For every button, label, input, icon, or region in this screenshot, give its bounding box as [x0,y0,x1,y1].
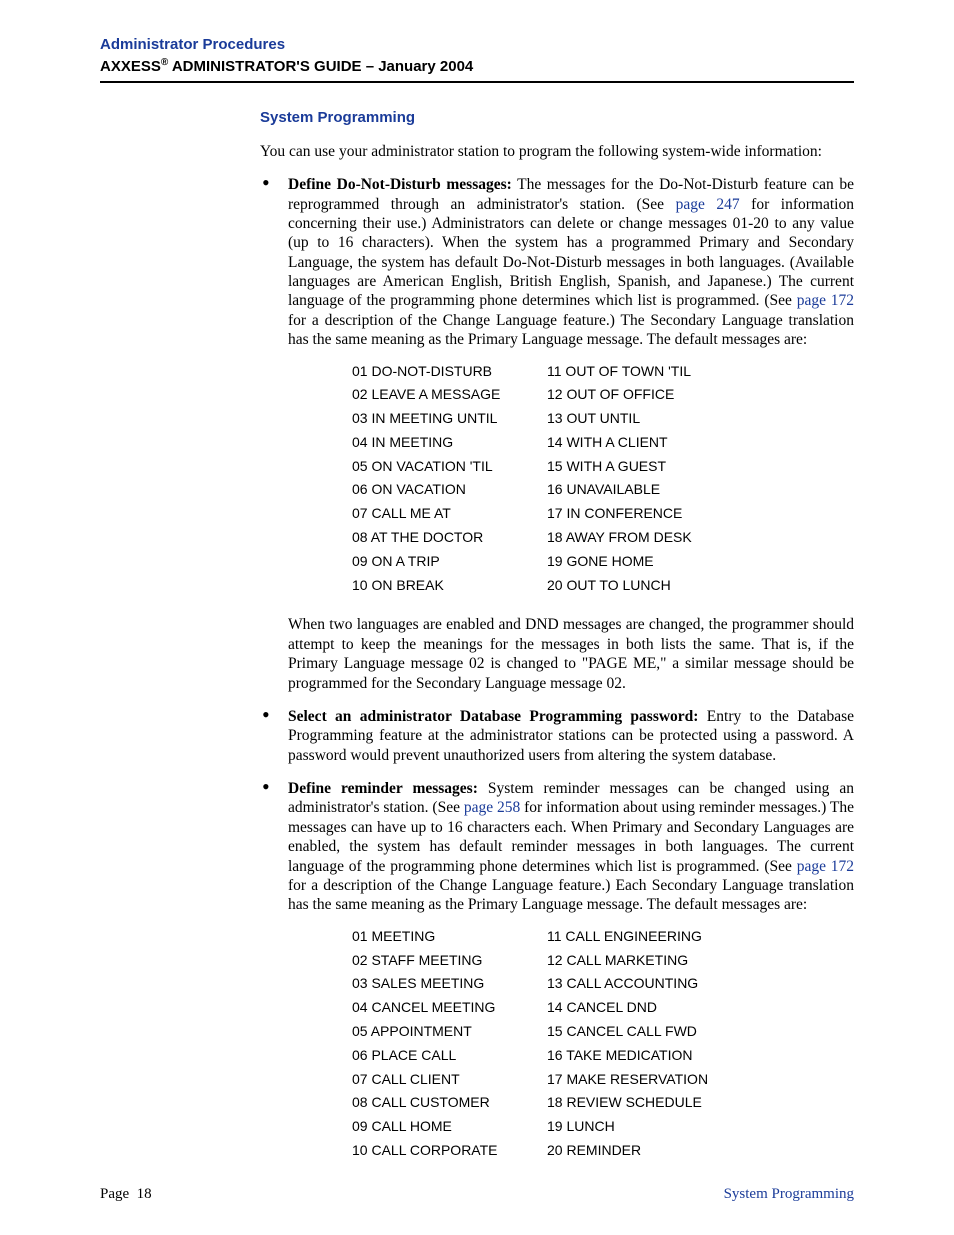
table-row: 01 DO-NOT-DISTURB11 OUT OF TOWN 'TIL [352,360,854,384]
table-row: 07 CALL CLIENT17 MAKE RESERVATION [352,1068,854,1092]
table-row: 08 AT THE DOCTOR18 AWAY FROM DESK [352,526,854,550]
table-row: 10 CALL CORPORATE20 REMINDER [352,1139,854,1163]
table-row: 09 CALL HOME19 LUNCH [352,1115,854,1139]
bullet-lead: Select an administrator Database Program… [288,708,698,725]
cell: 13 OUT UNTIL [547,407,742,431]
page-footer: Page 18 System Programming [100,1186,854,1203]
table-row: 07 CALL ME AT17 IN CONFERENCE [352,502,854,526]
table-row: 06 ON VACATION16 UNAVAILABLE [352,478,854,502]
body-text: for a description of the Change Language… [288,877,854,913]
table-row: 02 LEAVE A MESSAGE12 OUT OF OFFICE [352,383,854,407]
cell: 11 CALL ENGINEERING [547,925,742,949]
cell: 04 CANCEL MEETING [352,996,547,1020]
table-row: 05 ON VACATION 'TIL15 WITH A GUEST [352,455,854,479]
table-row: 03 IN MEETING UNTIL13 OUT UNTIL [352,407,854,431]
bullet-dnd-messages: Define Do-Not-Disturb messages: The mess… [260,175,854,693]
table-row: 10 ON BREAK20 OUT TO LUNCH [352,574,854,598]
cell: 01 DO-NOT-DISTURB [352,360,547,384]
cell: 16 UNAVAILABLE [547,478,742,502]
cell: 07 CALL CLIENT [352,1068,547,1092]
page-link-247[interactable]: page 247 [676,196,740,213]
cell: 10 CALL CORPORATE [352,1139,547,1163]
table-row: 06 PLACE CALL16 TAKE MEDICATION [352,1044,854,1068]
page-num-value: 18 [137,1186,152,1202]
intro-paragraph: You can use your administrator station t… [260,142,854,161]
cell: 17 IN CONFERENCE [547,502,742,526]
cell: 02 LEAVE A MESSAGE [352,383,547,407]
cell: 08 CALL CUSTOMER [352,1091,547,1115]
cell: 18 AWAY FROM DESK [547,526,742,550]
page-number: Page 18 [100,1186,152,1203]
cell: 15 CANCEL CALL FWD [547,1020,742,1044]
cell: 11 OUT OF TOWN 'TIL [547,360,742,384]
cell: 10 ON BREAK [352,574,547,598]
footer-section-link[interactable]: System Programming [724,1186,854,1203]
cell: 12 CALL MARKETING [547,949,742,973]
page-link-172[interactable]: page 172 [797,858,854,875]
cell: 14 WITH A CLIENT [547,431,742,455]
cell: 04 IN MEETING [352,431,547,455]
cell: 03 IN MEETING UNTIL [352,407,547,431]
bullet-lead: Define reminder messages: [288,780,478,797]
table-row: 02 STAFF MEETING12 CALL MARKETING [352,949,854,973]
bullet-db-password: Select an administrator Database Program… [260,707,854,765]
cell: 05 ON VACATION 'TIL [352,455,547,479]
reminder-messages-table: 01 MEETING11 CALL ENGINEERING 02 STAFF M… [352,925,854,1163]
page-link-172[interactable]: page 172 [797,292,854,309]
cell: 03 SALES MEETING [352,972,547,996]
cell: 16 TAKE MEDICATION [547,1044,742,1068]
page-link-258[interactable]: page 258 [464,799,520,816]
cell: 20 REMINDER [547,1139,742,1163]
cell: 01 MEETING [352,925,547,949]
header-doc-title: AXXESS® ADMINISTRATOR'S GUIDE – January … [100,57,854,75]
cell: 05 APPOINTMENT [352,1020,547,1044]
cell: 17 MAKE RESERVATION [547,1068,742,1092]
section-heading: System Programming [260,109,854,128]
cell: 14 CANCEL DND [547,996,742,1020]
cell: 07 CALL ME AT [352,502,547,526]
table-row: 09 ON A TRIP19 GONE HOME [352,550,854,574]
table-row: 04 IN MEETING14 WITH A CLIENT [352,431,854,455]
table-row: 01 MEETING11 CALL ENGINEERING [352,925,854,949]
page-label: Page [100,1186,129,1202]
cell: 06 PLACE CALL [352,1044,547,1068]
dnd-messages-table: 01 DO-NOT-DISTURB11 OUT OF TOWN 'TIL 02 … [352,360,854,598]
body-text: When two languages are enabled and DND m… [288,615,854,693]
cell: 20 OUT TO LUNCH [547,574,742,598]
cell: 08 AT THE DOCTOR [352,526,547,550]
cell: 12 OUT OF OFFICE [547,383,742,407]
bullet-reminder-messages: Define reminder messages: System reminde… [260,779,854,1163]
cell: 19 LUNCH [547,1115,742,1139]
cell: 06 ON VACATION [352,478,547,502]
table-row: 04 CANCEL MEETING14 CANCEL DND [352,996,854,1020]
cell: 02 STAFF MEETING [352,949,547,973]
cell: 09 ON A TRIP [352,550,547,574]
cell: 13 CALL ACCOUNTING [547,972,742,996]
doc-subtitle: ADMINISTRATOR'S GUIDE – January 2004 [168,58,473,75]
cell: 09 CALL HOME [352,1115,547,1139]
table-row: 03 SALES MEETING13 CALL ACCOUNTING [352,972,854,996]
header-section-title: Administrator Procedures [100,36,854,53]
cell: 19 GONE HOME [547,550,742,574]
header-rule [100,81,854,83]
table-row: 05 APPOINTMENT15 CANCEL CALL FWD [352,1020,854,1044]
cell: 15 WITH A GUEST [547,455,742,479]
bullet-lead: Define Do-Not-Disturb messages: [288,176,512,193]
table-row: 08 CALL CUSTOMER18 REVIEW SCHEDULE [352,1091,854,1115]
body-text: for a description of the Change Language… [288,312,854,348]
product-name: AXXESS [100,58,161,75]
cell: 18 REVIEW SCHEDULE [547,1091,742,1115]
